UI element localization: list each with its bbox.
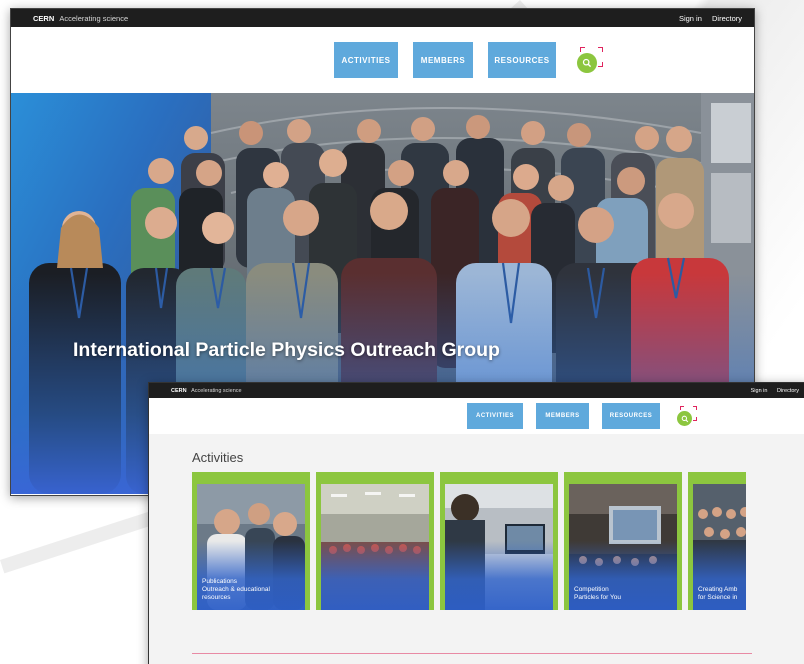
card-label: Creating Amb for Science in xyxy=(698,586,738,601)
card-label: Publications Outreach & educational reso… xyxy=(202,578,270,601)
card-image-frame xyxy=(321,484,429,610)
section-title: Activities xyxy=(192,450,244,465)
activity-card-2[interactable] xyxy=(316,472,434,610)
section-divider xyxy=(192,653,752,654)
card-image-frame: Publications Outreach & educational reso… xyxy=(197,484,305,610)
search-icon xyxy=(677,411,692,426)
cern-brand[interactable]: CERN Accelerating science xyxy=(171,388,242,394)
nav-activities-button[interactable]: ACTIVITIES xyxy=(467,403,523,429)
nav-resources-button[interactable]: RESOURCES xyxy=(602,403,660,429)
card-overlay xyxy=(445,540,553,610)
card-image-frame: Competition Particles for You xyxy=(569,484,677,610)
focus-corner xyxy=(693,406,697,410)
focus-corner xyxy=(598,47,603,52)
search-button[interactable] xyxy=(577,47,603,73)
cern-topbar: CERN Accelerating science Sign in Direct… xyxy=(11,9,754,27)
card-label: Competition Particles for You xyxy=(574,586,621,601)
focus-corner xyxy=(680,406,684,410)
nav-members-button[interactable]: MEMBERS xyxy=(413,42,473,78)
main-nav: ACTIVITIES MEMBERS RESOURCES xyxy=(149,398,804,434)
nav-activities-button[interactable]: ACTIVITIES xyxy=(334,42,398,78)
directory-link[interactable]: Directory xyxy=(777,388,799,394)
card-overlay xyxy=(321,540,429,610)
activity-card-3[interactable] xyxy=(440,472,558,610)
directory-link[interactable]: Directory xyxy=(712,14,742,23)
front-browser-window: CERN Accelerating science Sign in Direct… xyxy=(148,382,804,664)
screenshot-stage: CERN Accelerating science Sign in Direct… xyxy=(0,0,804,664)
activities-section: Activities Publications Outreach & educa… xyxy=(149,434,804,664)
nav-members-button[interactable]: MEMBERS xyxy=(536,403,589,429)
sign-in-link[interactable]: Sign in xyxy=(679,14,702,23)
top-links: Sign in Directory xyxy=(671,14,742,23)
top-links: Sign in Directory xyxy=(743,388,799,394)
focus-corner xyxy=(580,47,585,52)
cern-tagline: Accelerating science xyxy=(59,13,129,23)
main-nav: ACTIVITIES MEMBERS RESOURCES xyxy=(11,27,754,93)
activity-cards: Publications Outreach & educational reso… xyxy=(192,472,752,610)
search-icon xyxy=(577,53,597,73)
nav-resources-button[interactable]: RESOURCES xyxy=(488,42,556,78)
focus-corner xyxy=(598,62,603,67)
search-button[interactable] xyxy=(677,406,697,426)
cern-tagline: Accelerating science xyxy=(191,387,242,394)
focus-corner xyxy=(693,417,697,421)
card-image-frame xyxy=(445,484,553,610)
activity-card-competition[interactable]: Competition Particles for You xyxy=(564,472,682,610)
cern-logo-text: CERN xyxy=(171,387,187,394)
cern-logo-text: CERN xyxy=(33,13,55,23)
cern-brand[interactable]: CERN Accelerating science xyxy=(33,14,128,23)
hero-title: International Particle Physics Outreach … xyxy=(73,339,500,361)
activity-card-ambassadors[interactable]: Creating Amb for Science in xyxy=(688,472,746,610)
activity-card-publications[interactable]: Publications Outreach & educational reso… xyxy=(192,472,310,610)
card-image-frame: Creating Amb for Science in xyxy=(693,484,746,610)
sign-in-link[interactable]: Sign in xyxy=(751,388,768,394)
cern-topbar: CERN Accelerating science Sign in Direct… xyxy=(149,383,804,398)
